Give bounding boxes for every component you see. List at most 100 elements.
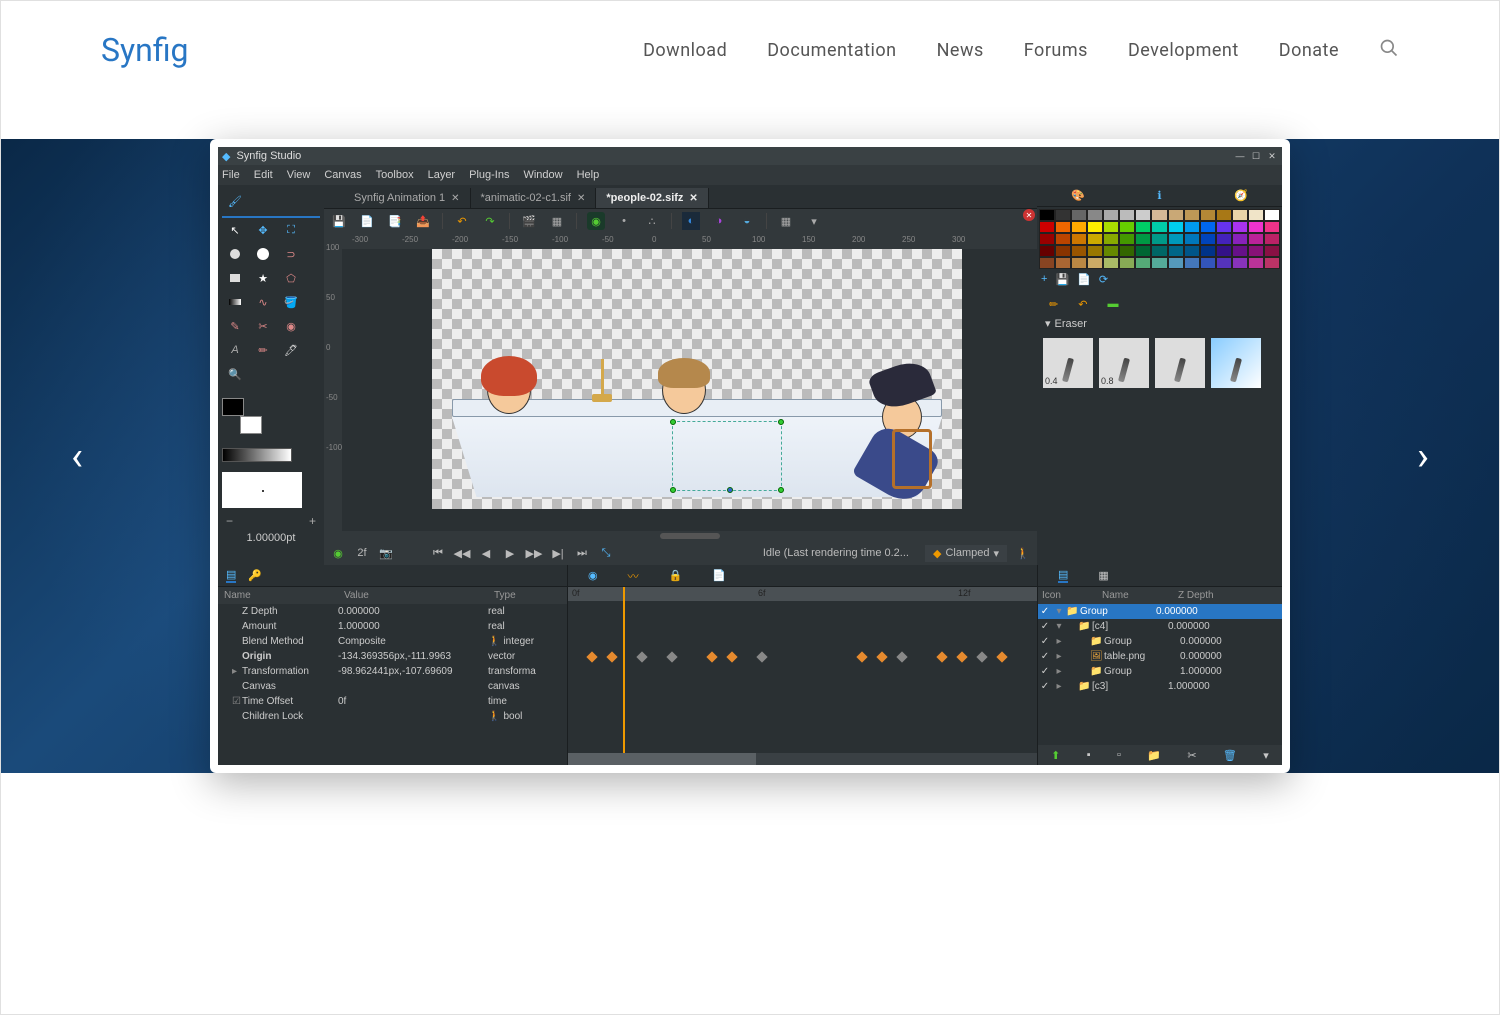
layer-header-z[interactable]: Z Depth: [1174, 587, 1282, 604]
info-tab-icon[interactable]: ℹ: [1149, 187, 1169, 205]
doc-tab-2[interactable]: *animatic-02-c1.sif✕: [471, 188, 597, 208]
param-row[interactable]: Canvascanvas: [218, 679, 567, 694]
snapshot-icon[interactable]: 📷: [378, 545, 394, 561]
save-as-icon[interactable]: 📄: [358, 212, 376, 230]
seek-first-icon[interactable]: ⏮: [430, 545, 446, 561]
palette-swatch[interactable]: [1200, 245, 1216, 257]
view-1-icon[interactable]: ◐: [682, 212, 700, 230]
onion-future-icon[interactable]: ∴: [643, 212, 661, 230]
nav-donate[interactable]: Donate: [1279, 40, 1339, 61]
palette-tab-icon[interactable]: 🎨: [1068, 187, 1088, 205]
palette-swatch[interactable]: [1135, 245, 1151, 257]
toolbox-tab-icon[interactable]: 🖌: [226, 192, 244, 210]
param-row[interactable]: Origin-134.369356px,-111.9963vector: [218, 649, 567, 664]
palette-swatch[interactable]: [1071, 257, 1087, 269]
palette-save-icon[interactable]: 💾: [1055, 273, 1069, 286]
menu-file[interactable]: File: [222, 169, 240, 181]
palette-swatch[interactable]: [1248, 209, 1264, 221]
cutout-tool-icon[interactable]: ✂: [254, 317, 272, 335]
palette-swatch[interactable]: [1151, 221, 1167, 233]
palette-swatch[interactable]: [1039, 221, 1055, 233]
palette-swatch[interactable]: [1039, 233, 1055, 245]
gradient-preview[interactable]: [222, 448, 292, 462]
palette-swatch[interactable]: [1055, 209, 1071, 221]
nav-documentation[interactable]: Documentation: [767, 40, 896, 61]
param-header-name[interactable]: Name: [218, 587, 338, 604]
palette-swatch[interactable]: [1151, 209, 1167, 221]
sketch-tool-icon[interactable]: ✏: [254, 341, 272, 359]
close-icon[interactable]: ✕: [577, 193, 585, 204]
menu-canvas[interactable]: Canvas: [324, 169, 361, 181]
palette-swatch[interactable]: [1119, 209, 1135, 221]
seek-prev-icon[interactable]: ◀: [478, 545, 494, 561]
layer-row[interactable]: ✓▾📁[c4]0.000000: [1038, 619, 1282, 634]
grid-icon[interactable]: ▦: [777, 212, 795, 230]
layer-header-name[interactable]: Name: [1098, 587, 1174, 604]
palette-swatch[interactable]: [1135, 209, 1151, 221]
keyframes-tab-icon[interactable]: 🔑: [248, 569, 262, 582]
palette-swatch[interactable]: [1039, 257, 1055, 269]
palette-swatch[interactable]: [1248, 257, 1264, 269]
palette-swatch[interactable]: [1087, 257, 1103, 269]
bone-tool-icon[interactable]: ⤡: [598, 545, 614, 561]
window-minimize-icon[interactable]: —: [1234, 150, 1246, 162]
palette-swatch[interactable]: [1248, 221, 1264, 233]
nav-download[interactable]: Download: [643, 40, 727, 61]
palette-swatch[interactable]: [1264, 209, 1280, 221]
layer-group-icon[interactable]: ✂: [1187, 749, 1196, 762]
polygon-tool-icon[interactable]: ⬠: [282, 269, 300, 287]
palette-swatch[interactable]: [1135, 233, 1151, 245]
palette-swatch[interactable]: [1071, 221, 1087, 233]
circle-tool-icon[interactable]: [226, 245, 244, 263]
canvas-browser-tab-icon[interactable]: ▦: [1098, 569, 1108, 582]
ellipse-tool-icon[interactable]: [254, 245, 272, 263]
palette-swatch[interactable]: [1087, 221, 1103, 233]
carousel-prev-icon[interactable]: ‹: [71, 433, 83, 480]
palette-swatch[interactable]: [1216, 221, 1232, 233]
palette-swatch[interactable]: [1232, 221, 1248, 233]
palette-swatch[interactable]: [1216, 209, 1232, 221]
palette-add-icon[interactable]: +: [1041, 273, 1047, 286]
palette-swatch[interactable]: [1232, 257, 1248, 269]
palette-open-icon[interactable]: 📄: [1077, 273, 1091, 286]
palette-swatch[interactable]: [1200, 233, 1216, 245]
brush-preset-1[interactable]: 0.4: [1043, 338, 1093, 388]
palette-swatch[interactable]: [1119, 221, 1135, 233]
layer-row[interactable]: ✓▾📁Group0.000000: [1038, 604, 1282, 619]
seek-next-icon[interactable]: ▶▶: [526, 545, 542, 561]
palette-swatch[interactable]: [1103, 221, 1119, 233]
playback-mode-1-icon[interactable]: ◉: [330, 545, 346, 561]
palette-swatch[interactable]: [1071, 245, 1087, 257]
curves-tab-icon[interactable]: 〰: [628, 568, 639, 584]
view-2-icon[interactable]: ◑: [710, 212, 728, 230]
seek-next-kf-icon[interactable]: ▶|: [550, 545, 566, 561]
canvas-viewport[interactable]: [342, 249, 1037, 531]
layer-delete-icon[interactable]: 🗑: [1223, 749, 1237, 762]
palette-swatch[interactable]: [1200, 221, 1216, 233]
menu-layer[interactable]: Layer: [428, 169, 456, 181]
params-tab-icon[interactable]: ▤: [226, 568, 236, 583]
palette-swatch[interactable]: [1103, 209, 1119, 221]
save-icon[interactable]: 💾: [330, 212, 348, 230]
layer-duplicate-icon[interactable]: 📁: [1147, 749, 1161, 762]
layer-raise-icon[interactable]: ▪: [1087, 749, 1091, 761]
palette-swatch[interactable]: [1168, 221, 1184, 233]
render-icon[interactable]: 🎬: [520, 212, 538, 230]
palette-swatch[interactable]: [1087, 233, 1103, 245]
palette-swatch[interactable]: [1168, 245, 1184, 257]
layer-row[interactable]: ✓▸📁Group1.000000: [1038, 664, 1282, 679]
nav-news[interactable]: News: [937, 40, 984, 61]
layer-row[interactable]: ✓▸🖼table.png0.000000: [1038, 649, 1282, 664]
onion-past-icon[interactable]: •: [615, 212, 633, 230]
palette-swatch[interactable]: [1168, 233, 1184, 245]
layer-row[interactable]: ✓▸📁[c3]1.000000: [1038, 679, 1282, 694]
palette-swatch[interactable]: [1103, 257, 1119, 269]
palette-swatch[interactable]: [1184, 221, 1200, 233]
layer-header-icon[interactable]: Icon: [1038, 587, 1098, 604]
palette-swatch[interactable]: [1168, 257, 1184, 269]
menu-plugins[interactable]: Plug-Ins: [469, 169, 509, 181]
param-row[interactable]: Z Depth0.000000real: [218, 604, 567, 619]
palette-swatch[interactable]: [1119, 233, 1135, 245]
palette-swatch[interactable]: [1071, 233, 1087, 245]
palette-swatch[interactable]: [1264, 257, 1280, 269]
